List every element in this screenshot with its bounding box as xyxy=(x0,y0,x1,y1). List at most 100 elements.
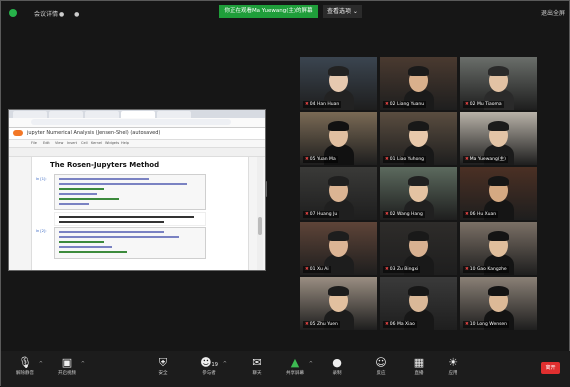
reactions-button[interactable]: ☺ 反应 xyxy=(361,355,401,385)
apps-button[interactable]: ☀ 应用 xyxy=(433,355,473,385)
notebook-area: The Rosen-Jupyters Method In [1]: In [2]… xyxy=(31,157,249,270)
more-dots-icon[interactable]: ● ● xyxy=(59,11,83,18)
browser-tab[interactable] xyxy=(49,111,83,118)
chevron-up-icon[interactable]: ^ xyxy=(81,361,85,367)
browser-tab[interactable] xyxy=(157,111,191,118)
participant-hair xyxy=(488,231,509,241)
shield-icon: ⛨ xyxy=(158,356,168,369)
chevron-up-icon[interactable]: ^ xyxy=(39,361,43,367)
browser-tab-active[interactable] xyxy=(121,111,155,118)
apps-icon: ☀ xyxy=(448,356,458,369)
participant-hair xyxy=(488,121,509,131)
chat-button[interactable]: ✉ 聊天 xyxy=(237,355,277,385)
jupyter-toolbar xyxy=(9,148,265,157)
participants-button[interactable]: ☻19 参与者 ^ xyxy=(189,355,229,385)
microphone-muted-icon: ✖ xyxy=(465,322,469,327)
participant-name: ✖02 Wang Hang xyxy=(383,211,425,218)
microphone-muted-icon: ✖ xyxy=(465,267,469,272)
split-view-handle[interactable] xyxy=(265,181,267,197)
view-options-button[interactable]: 查看选项 ⌄ xyxy=(323,5,362,18)
participant-hair xyxy=(408,121,429,131)
participant-name: ✖05 Yuan Ma xyxy=(303,156,338,163)
meeting-toolbar: 🎙 解除静音 ^ ▣ 开启视频 ^ ⛨ 安全 ☻19 参与者 ^ ✉ 聊天 ▲ … xyxy=(1,351,570,387)
jupyter-header: jupyter Numerical Analysis (Jensen-Shel)… xyxy=(9,128,265,140)
microphone-muted-icon: ✖ xyxy=(305,322,309,327)
microphone-muted-icon: ✖ xyxy=(465,102,469,107)
shared-screen[interactable]: jupyter Numerical Analysis (Jensen-Shel)… xyxy=(8,109,266,271)
participant-hair xyxy=(488,286,509,296)
menu-cell[interactable]: Cell xyxy=(81,141,88,145)
participant-name: ✖02 Liang Yuanu xyxy=(383,101,427,108)
participant-tile[interactable]: ✖05 Yuan Ma xyxy=(300,112,377,165)
menu-kernel[interactable]: Kernel xyxy=(91,141,102,145)
participant-name: ✖04 Han Huan xyxy=(303,101,342,108)
chevron-up-icon[interactable]: ^ xyxy=(223,361,227,367)
code-cell[interactable] xyxy=(54,227,206,259)
participant-tile[interactable]: ✖02 Liang Yuanu xyxy=(380,57,457,110)
markdown-heading: The Rosen-Jupyters Method xyxy=(50,161,160,169)
menu-widgets[interactable]: Widgets xyxy=(105,141,119,145)
security-button[interactable]: ⛨ 安全 xyxy=(143,355,183,385)
participant-tile[interactable]: ✖Ma Yuewang(主) xyxy=(460,112,537,165)
participant-hair xyxy=(488,66,509,76)
notebook-scrollbar[interactable] xyxy=(257,157,263,270)
cell-prompt: In [2]: xyxy=(36,229,47,233)
participant-tile[interactable]: ✖02 Mu Tiaoma xyxy=(460,57,537,110)
taskbar-strip xyxy=(57,270,179,271)
participant-hair xyxy=(408,66,429,76)
participant-tile[interactable]: ✖07 Huang Ju xyxy=(300,167,377,220)
participant-hair xyxy=(328,286,349,296)
address-bar[interactable] xyxy=(9,118,265,128)
menu-edit[interactable]: Edit xyxy=(43,141,50,145)
browser-tab[interactable] xyxy=(13,111,47,118)
menu-help[interactable]: Help xyxy=(121,141,129,145)
participant-name: ✖05 Zhu Yuen xyxy=(303,321,340,328)
microphone-muted-icon: ✖ xyxy=(465,157,469,162)
microphone-muted-icon: ✖ xyxy=(305,157,309,162)
mute-button[interactable]: 🎙 解除静音 ^ xyxy=(5,355,45,385)
cell-output xyxy=(54,212,206,226)
share-banner: 你正在观看Ma Yuewang(主)的屏幕 xyxy=(219,5,318,18)
fullscreen-exit-button[interactable]: 退出全屏 xyxy=(541,8,565,17)
microphone-muted-icon: ✖ xyxy=(385,212,389,217)
browser-tab[interactable] xyxy=(85,111,119,118)
participant-hair xyxy=(408,176,429,186)
participant-tile[interactable]: ✖06 Hu Xuan xyxy=(460,167,537,220)
code-cell[interactable] xyxy=(54,174,206,210)
participant-tile[interactable]: ✖04 Han Huan xyxy=(300,57,377,110)
participant-hair xyxy=(488,176,509,186)
record-button[interactable]: ● 录制 xyxy=(317,355,357,385)
menu-view[interactable]: View xyxy=(55,141,63,145)
participant-tile[interactable]: ✖10 Gao Kangzhe xyxy=(460,222,537,275)
chevron-up-icon[interactable]: ^ xyxy=(309,361,313,367)
video-button[interactable]: ▣ 开启视频 ^ xyxy=(47,355,87,385)
participant-hair xyxy=(328,176,349,186)
participant-hair xyxy=(328,231,349,241)
share-screen-button[interactable]: ▲ 共享屏幕 ^ xyxy=(275,355,315,385)
microphone-muted-icon: ✖ xyxy=(385,102,389,107)
participant-name: ✖Ma Yuewang(主) xyxy=(463,156,508,163)
participant-tile[interactable]: ✖10 Long Wensen xyxy=(460,277,537,330)
menu-file[interactable]: File xyxy=(31,141,37,145)
participant-tile[interactable]: ✖01 Liao Yuhong xyxy=(380,112,457,165)
participant-name: ✖10 Gao Kangzhe xyxy=(463,266,509,273)
participant-tile[interactable]: ✖02 Wang Hang xyxy=(380,167,457,220)
participant-tile[interactable]: ✖03 Zu Bingxi xyxy=(380,222,457,275)
participant-tile[interactable]: ✖05 Zhu Yuen xyxy=(300,277,377,330)
participant-tile[interactable]: ✖06 Ma Xiao xyxy=(380,277,457,330)
participant-name: ✖07 Huang Ju xyxy=(303,211,340,218)
participant-name: ✖06 Ma Xiao xyxy=(383,321,417,328)
meeting-info[interactable]: 会议详情 xyxy=(34,9,58,18)
participant-tile[interactable]: ✖01 Xu Ai xyxy=(300,222,377,275)
browser-tab-bar xyxy=(9,110,265,118)
zoom-window: 会议详情 ● ● 你正在观看Ma Yuewang(主)的屏幕 查看选项 ⌄ 退出… xyxy=(0,0,570,387)
leave-meeting-button[interactable]: 离开 xyxy=(541,362,560,374)
taskbar-strip xyxy=(127,270,179,271)
participants-count: 19 xyxy=(211,362,218,368)
participant-name: ✖02 Mu Tiaoma xyxy=(463,101,504,108)
menu-insert[interactable]: Insert xyxy=(67,141,77,145)
encryption-shield-icon[interactable] xyxy=(9,9,17,17)
microphone-muted-icon: ✖ xyxy=(305,212,309,217)
participant-hair xyxy=(328,121,349,131)
notebook-title[interactable]: jupyter Numerical Analysis (Jensen-Shel)… xyxy=(27,130,160,136)
